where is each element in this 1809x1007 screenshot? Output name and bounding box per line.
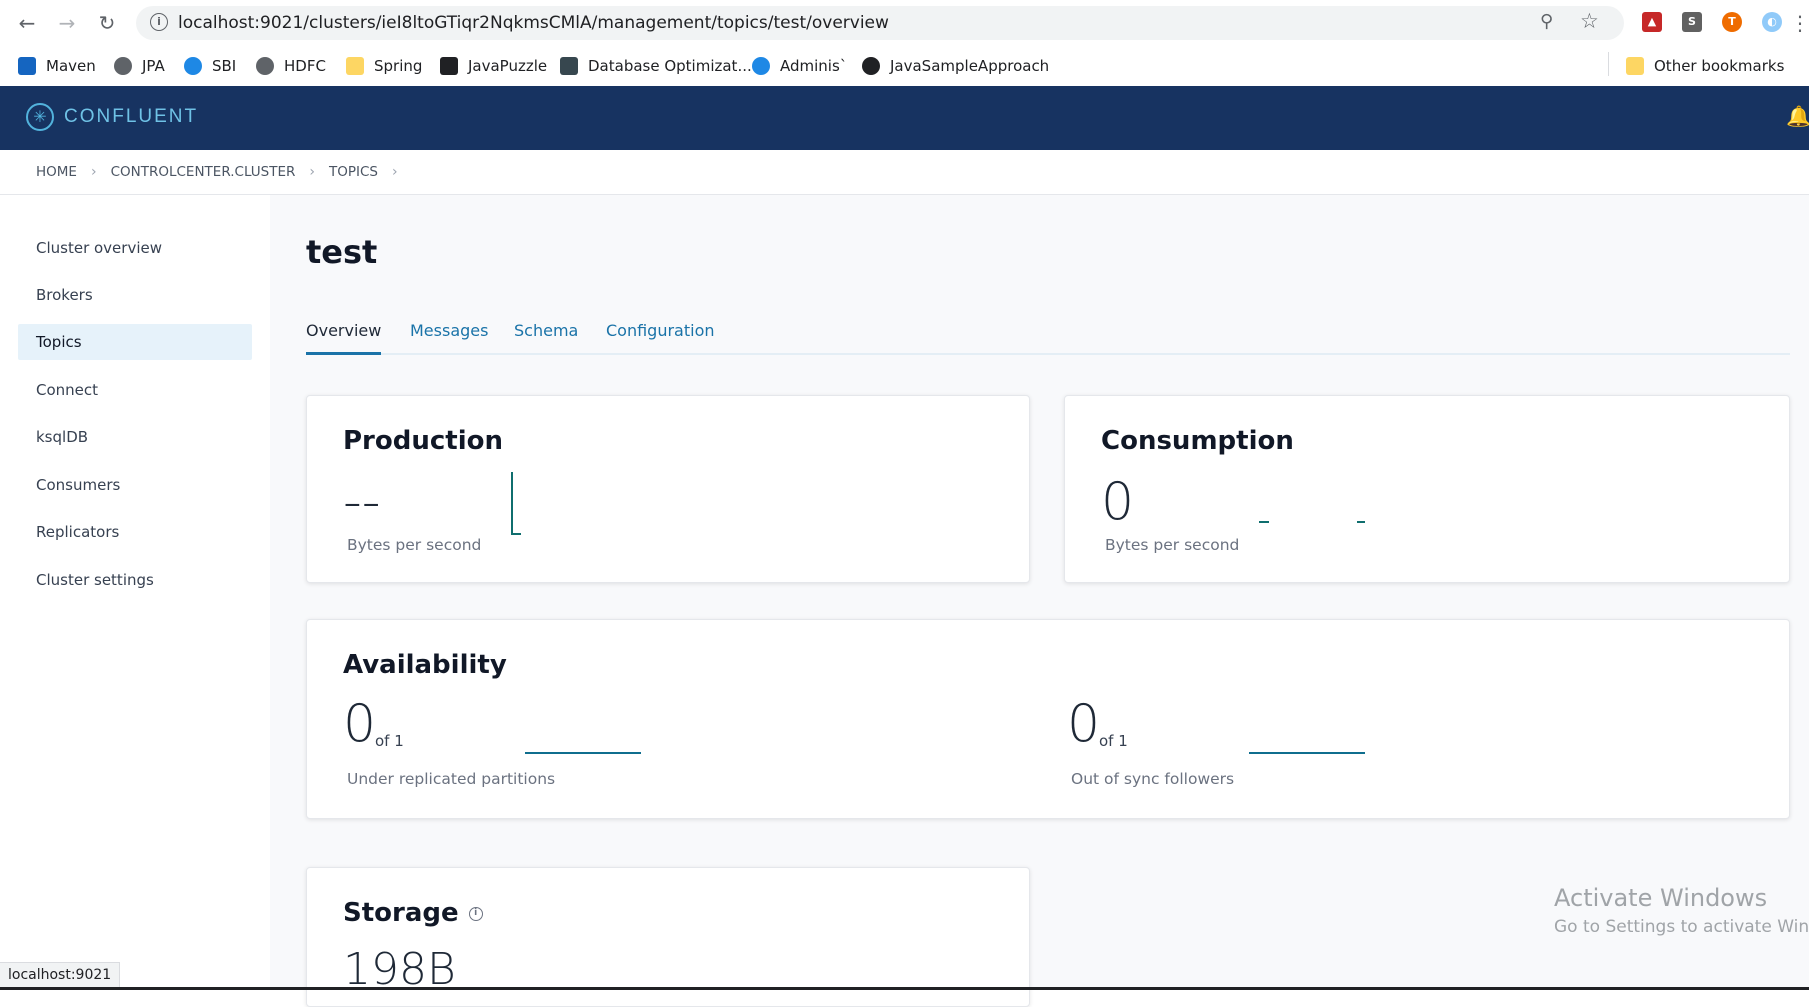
browser-chrome: ← → ↻ i localhost:9021/clusters/ieI8ltoG… — [0, 0, 1809, 86]
sidebar-item-replicators[interactable]: Replicators — [18, 514, 252, 550]
breadcrumb-topics[interactable]: TOPICS — [329, 164, 378, 180]
availability-title: Availability — [343, 650, 507, 680]
under-replicated-label: Under replicated partitions — [347, 770, 556, 788]
bookmark-item[interactable]: Database Optimizat... — [560, 54, 752, 78]
sidebar: Cluster overview Brokers Topics Connect … — [0, 195, 270, 990]
browser-nav-row: ← → ↻ i localhost:9021/clusters/ieI8ltoG… — [0, 0, 1809, 46]
bookmark-item[interactable]: Maven — [18, 54, 96, 78]
availability-card: Availability 0 of 1 Under replicated par… — [306, 619, 1790, 819]
bookmark-item[interactable]: JPA — [114, 54, 165, 78]
url-text[interactable]: localhost:9021/clusters/ieI8ltoGTiqr2Nqk… — [178, 13, 889, 33]
bookmark-item[interactable]: SBI — [184, 54, 236, 78]
chevron-right-icon: › — [90, 164, 97, 180]
cloud-icon — [752, 57, 770, 75]
breadcrumb-cluster[interactable]: CONTROLCENTER.CLUSTER — [111, 164, 296, 180]
under-replicated-of: of 1 — [375, 732, 404, 750]
menu-dots-icon[interactable]: ⋮ — [1790, 9, 1809, 37]
forward-arrow-icon[interactable]: → — [52, 9, 82, 37]
breadcrumb-home[interactable]: HOME — [36, 164, 77, 180]
globe-icon — [256, 57, 274, 75]
notification-bell-icon[interactable]: 🔔 — [1786, 104, 1809, 128]
sbi-icon — [184, 57, 202, 75]
other-bookmarks[interactable]: Other bookmarks — [1626, 54, 1784, 78]
sidebar-item-connect[interactable]: Connect — [18, 372, 252, 408]
consumption-sparkline — [1259, 521, 1365, 523]
app-header: ✳ CONFLUENT 🔔 — [0, 86, 1809, 150]
production-card: Production -- Bytes per second — [306, 395, 1030, 583]
bookmark-item[interactable]: JavaSampleApproach — [862, 54, 1049, 78]
consumption-card: Consumption 0 Bytes per second — [1064, 395, 1790, 583]
tab-configuration[interactable]: Configuration — [606, 321, 715, 355]
production-sparkline — [511, 472, 521, 535]
pdf-extension-icon[interactable]: ▲ — [1642, 12, 1662, 32]
txt-extension-icon[interactable]: T — [1722, 12, 1742, 32]
info-icon[interactable]: i — [468, 906, 483, 921]
reload-icon[interactable]: ↻ — [92, 9, 122, 37]
link-status-bar: localhost:9021 — [0, 962, 121, 988]
tab-overview[interactable]: Overview — [306, 321, 382, 355]
activate-windows-title: Activate Windows — [1554, 884, 1768, 912]
sidebar-item-ksqldb[interactable]: ksqlDB — [18, 419, 252, 455]
topic-tabs: Overview Messages Schema Configuration — [306, 321, 1790, 355]
bookmark-item[interactable]: Adminis` — [752, 54, 847, 78]
bookmark-item[interactable]: Spring — [346, 54, 422, 78]
address-bar[interactable]: i localhost:9021/clusters/ieI8ltoGTiqr2N… — [136, 6, 1624, 40]
tab-schema[interactable]: Schema — [514, 321, 578, 355]
site-info-icon[interactable]: i — [150, 13, 168, 31]
folder-icon — [1626, 57, 1644, 75]
consumption-label: Bytes per second — [1105, 536, 1240, 554]
main-content: test Overview Messages Schema Configurat… — [270, 195, 1809, 1007]
github-icon — [862, 57, 880, 75]
page-title: test — [306, 233, 378, 271]
confluent-logo-icon[interactable]: ✳ — [26, 103, 54, 131]
production-label: Bytes per second — [347, 536, 482, 554]
sidebar-item-cluster-overview[interactable]: Cluster overview — [18, 230, 252, 266]
javapuzzle-icon — [440, 57, 458, 75]
out-of-sync-of: of 1 — [1099, 732, 1128, 750]
out-of-sync-label: Out of sync followers — [1071, 770, 1235, 788]
sidebar-item-consumers[interactable]: Consumers — [18, 467, 252, 503]
bookmarks-bar: Maven JPA SBI HDFC Spring JavaPuzzle Dat… — [0, 46, 1809, 86]
bookmarks-divider — [1608, 52, 1609, 76]
bookmark-star-icon[interactable]: ☆ — [1580, 9, 1599, 33]
breadcrumb: HOME › CONTROLCENTER.CLUSTER › TOPICS › — [0, 150, 1809, 195]
out-of-sync-sparkline — [1249, 752, 1365, 754]
globe-extension-icon[interactable]: ◐ — [1762, 12, 1782, 32]
database-icon — [560, 57, 578, 75]
out-of-sync-value: 0 — [1067, 694, 1101, 754]
under-replicated-sparkline — [525, 752, 641, 754]
back-arrow-icon[interactable]: ← — [12, 9, 42, 37]
sidebar-item-topics[interactable]: Topics — [18, 324, 252, 360]
s-extension-icon[interactable]: S — [1682, 12, 1702, 32]
production-title: Production — [343, 426, 503, 456]
production-value: -- — [343, 472, 381, 532]
maven-icon — [18, 57, 36, 75]
sidebar-item-cluster-settings[interactable]: Cluster settings — [18, 562, 252, 598]
consumption-title: Consumption — [1101, 426, 1294, 456]
storage-card: Storage i 198B — [306, 867, 1030, 1007]
bookmark-item[interactable]: JavaPuzzle — [440, 54, 547, 78]
zoom-icon[interactable]: ⚲ — [1540, 11, 1553, 32]
chevron-right-icon: › — [309, 164, 316, 180]
under-replicated-value: 0 — [343, 694, 377, 754]
sidebar-item-brokers[interactable]: Brokers — [18, 277, 252, 313]
activate-windows-subtitle: Go to Settings to activate Windows. — [1554, 917, 1809, 937]
confluent-logo-text[interactable]: CONFLUENT — [64, 106, 198, 128]
bookmark-item[interactable]: HDFC — [256, 54, 326, 78]
chevron-right-icon: › — [392, 164, 398, 180]
storage-title: Storage i — [343, 898, 483, 928]
globe-icon — [114, 57, 132, 75]
folder-icon — [346, 57, 364, 75]
tab-messages[interactable]: Messages — [410, 321, 488, 355]
consumption-value: 0 — [1101, 472, 1135, 532]
